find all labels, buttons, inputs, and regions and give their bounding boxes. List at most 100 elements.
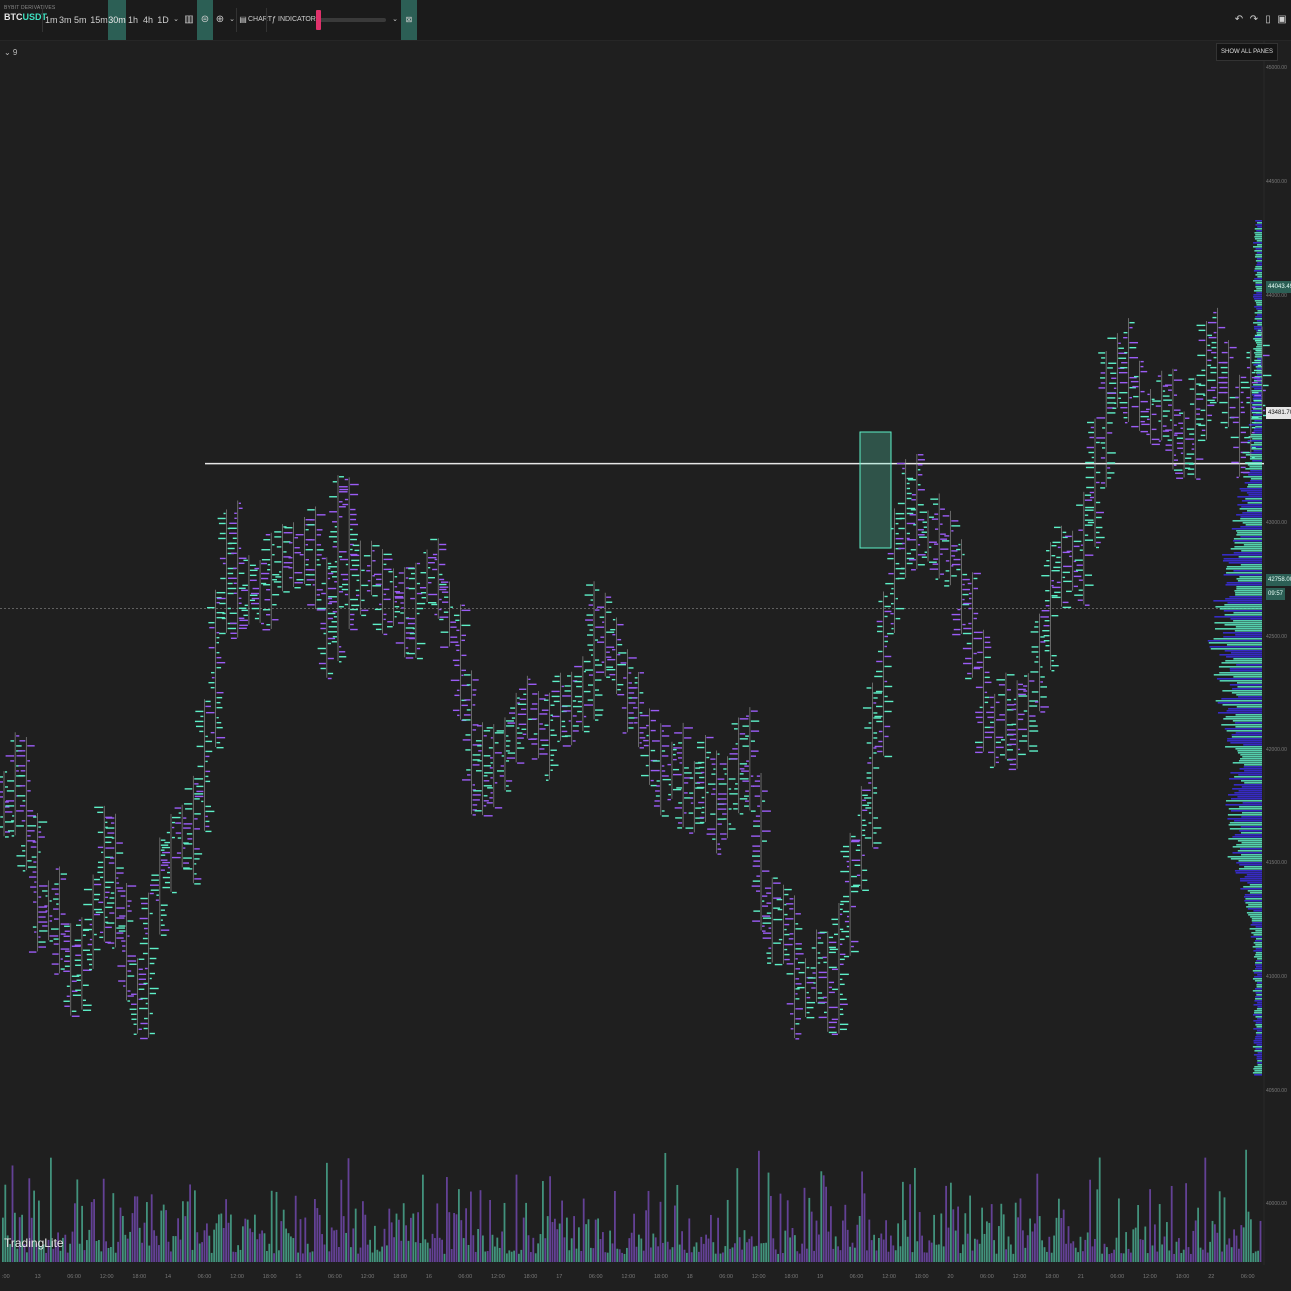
volume-bar (880, 1233, 883, 1262)
footprint-cell (75, 989, 81, 991)
camera-icon[interactable]: ▣ (1277, 0, 1287, 40)
volume-profile-bar (1251, 932, 1262, 934)
footprint-cell (455, 619, 460, 622)
footprint-cell (344, 603, 349, 606)
timeframe-3m[interactable]: 3m (59, 0, 72, 40)
footprint-cell (764, 887, 772, 889)
footprint-cell (762, 922, 772, 924)
volume-profile-bar (1229, 668, 1262, 670)
slider-handle[interactable] (316, 10, 321, 30)
footprint-cell (1251, 391, 1259, 394)
footprint-cell (1240, 391, 1244, 394)
volume-bar (393, 1237, 395, 1262)
volume-bar (861, 1171, 863, 1262)
footprint-cell (873, 697, 878, 699)
footprint-cell (361, 584, 369, 587)
volume-bar (930, 1242, 933, 1262)
footprint-cell (776, 898, 783, 901)
timeframe-1m[interactable]: 1m (45, 0, 58, 40)
footprint-cell (517, 762, 525, 764)
timeframe-5m[interactable]: 5m (74, 0, 87, 40)
chevron-down-icon[interactable]: ⌄ (228, 0, 236, 40)
indicators-button[interactable]: INDICATORS (278, 0, 321, 40)
legend-toggle[interactable]: ⌄ 9 (4, 48, 17, 57)
footprint-cell (89, 963, 93, 966)
opacity-slider[interactable] (318, 18, 386, 22)
volume-bar (263, 1233, 266, 1262)
time-label: 06:00 (67, 1274, 81, 1280)
footprint-cell (308, 569, 315, 571)
volume-bar (297, 1252, 299, 1262)
price-chart[interactable] (0, 41, 1291, 1291)
footprint-cell (806, 966, 810, 969)
footprint-cell (906, 562, 913, 565)
footprint-cell (39, 930, 48, 932)
volume-bar (302, 1253, 304, 1262)
footprint-cell (973, 612, 979, 615)
chevron-down-icon[interactable]: ⌄ (171, 0, 181, 40)
footprint-cell (984, 636, 991, 639)
footprint-cell (1198, 424, 1206, 427)
footprint-cell (839, 908, 843, 911)
footprint-cell (350, 538, 357, 541)
volume-profile-bar (1248, 904, 1262, 906)
align-icon[interactable]: ⊕ (214, 0, 226, 40)
volume-profile-bar (1255, 996, 1262, 998)
footprint-cell (1152, 400, 1161, 402)
timeframe-1h[interactable]: 1h (127, 0, 139, 40)
footprint-cell (1098, 387, 1106, 389)
footprint-cell (456, 689, 460, 692)
footprint-cell (973, 617, 977, 620)
volume-profile-bar (1256, 1044, 1262, 1046)
layout-icon[interactable]: ⊜ (197, 0, 213, 40)
footprint-cell (218, 537, 226, 540)
timeframe-1D[interactable]: 1D (157, 0, 169, 40)
window-icon[interactable]: ▯ (1263, 0, 1273, 40)
footprint-cell (673, 747, 683, 749)
chevron-down-icon[interactable]: ⌄ (391, 0, 399, 40)
volume-bar (213, 1229, 215, 1262)
footprint-cell (209, 626, 215, 629)
footprint-cell (33, 901, 37, 903)
timeframe-30m[interactable]: 30m (108, 0, 126, 40)
chart-icon[interactable]: ▤ (239, 0, 247, 40)
volume-profile-bar (1227, 856, 1262, 858)
highlight-box[interactable] (859, 431, 892, 549)
footprint-cell (1078, 529, 1083, 531)
timeframe-15m[interactable]: 15m (90, 0, 108, 40)
footprint-cell (423, 552, 427, 554)
footprint-cell (873, 752, 877, 754)
chart-button[interactable]: CHART (248, 0, 272, 40)
timeframe-4h[interactable]: 4h (142, 0, 154, 40)
footprint-cell (739, 798, 748, 800)
volume-bar (1010, 1244, 1012, 1262)
volume-bar (419, 1243, 422, 1262)
volume-bar (69, 1243, 71, 1262)
volume-profile-bar (1237, 496, 1262, 498)
undo-icon[interactable]: ↶ (1234, 0, 1244, 40)
footprint-cell (333, 541, 337, 543)
redo-icon[interactable]: ↷ (1249, 0, 1259, 40)
volume-profile-bar (1235, 634, 1262, 636)
volume-bar (590, 1247, 592, 1262)
volume-bar (950, 1182, 952, 1262)
volume-bar (784, 1230, 787, 1262)
footprint-cell (795, 958, 798, 960)
volume-profile-bar (1240, 780, 1262, 782)
footprint-cell (951, 545, 958, 547)
footprint-cell (1029, 680, 1035, 682)
footprint-cell (60, 968, 65, 970)
volume-bar (556, 1229, 559, 1262)
bars-icon[interactable]: ▥ (183, 0, 195, 40)
volume-bar (102, 1178, 105, 1262)
footprint-cell (1018, 728, 1027, 731)
indicators-icon[interactable]: ƒ (270, 0, 278, 40)
close-icon[interactable]: ⊠ (401, 0, 417, 40)
footprint-cell (187, 838, 193, 840)
show-all-panes-button[interactable]: SHOW ALL PANES (1216, 43, 1279, 61)
footprint-cell (795, 998, 800, 1000)
volume-profile-bar (1245, 898, 1262, 900)
footprint-cell (874, 745, 883, 748)
volume-profile-bar (1253, 298, 1262, 300)
footprint-cell (962, 593, 969, 596)
